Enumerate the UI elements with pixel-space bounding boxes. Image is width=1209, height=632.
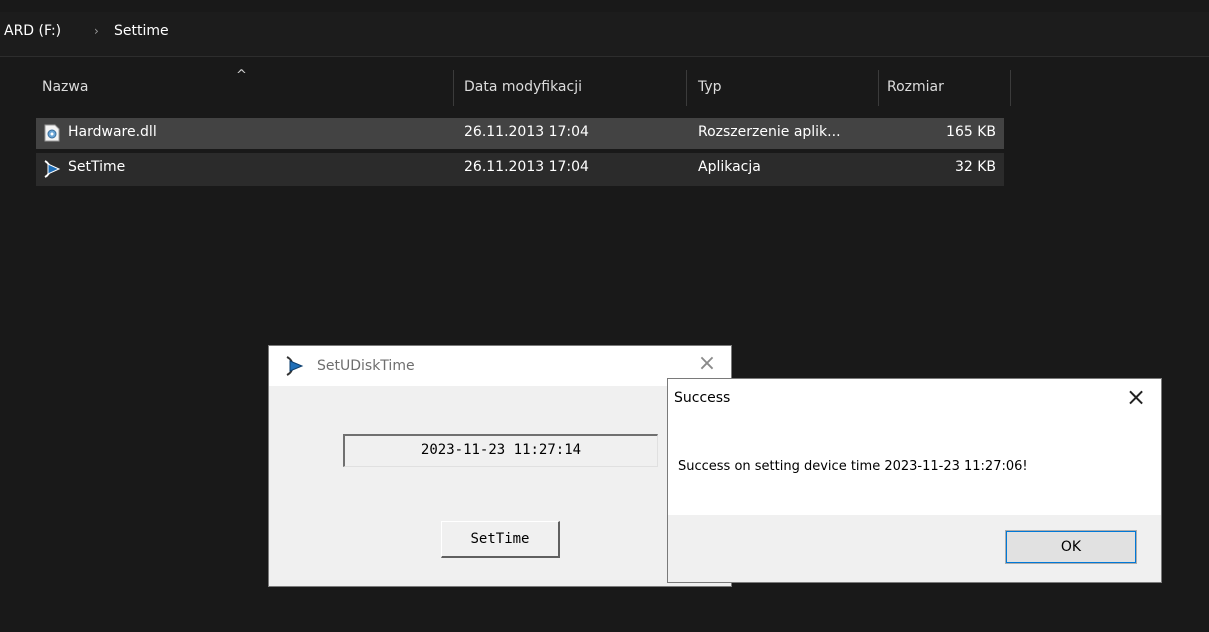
file-modified: 26.11.2013 17:04: [464, 159, 589, 175]
column-header-modified[interactable]: Data modyfikacji: [464, 79, 582, 95]
app-icon: [40, 158, 62, 180]
dialog-title: SetUDiskTime: [317, 358, 415, 374]
column-divider[interactable]: [878, 70, 879, 106]
dll-file-icon: [44, 124, 60, 142]
column-divider[interactable]: [1010, 70, 1011, 106]
ok-button[interactable]: OK: [1005, 530, 1137, 564]
file-size: 165 KB: [946, 124, 996, 140]
setudisktime-dialog: SetUDiskTime × 2023-11-23 11:27:14 SetTi…: [268, 345, 732, 587]
file-row[interactable]: SetTime 26.11.2013 17:04 Aplikacja 32 KB: [36, 153, 1004, 186]
file-type: Rozszerzenie aplik...: [698, 124, 841, 140]
column-header-size[interactable]: Rozmiar: [887, 79, 944, 95]
app-icon: [281, 354, 305, 378]
dialog-title: Success: [674, 390, 731, 406]
column-divider[interactable]: [686, 70, 687, 106]
file-row[interactable]: Hardware.dll 26.11.2013 17:04 Rozszerzen…: [36, 118, 1004, 149]
column-header-name[interactable]: Nazwa: [42, 79, 88, 95]
breadcrumb-drive[interactable]: ARD (F:): [4, 23, 61, 39]
file-name: SetTime: [68, 159, 126, 175]
file-name: Hardware.dll: [68, 124, 157, 140]
address-bar[interactable]: ARD (F:) › Settime: [0, 12, 1209, 57]
dialog-message: Success on setting device time 2023-11-2…: [678, 459, 1028, 474]
close-icon[interactable]: ×: [697, 353, 717, 375]
file-type: Aplikacja: [698, 159, 761, 175]
column-divider[interactable]: [453, 70, 454, 106]
sort-ascending-icon: ^: [236, 68, 247, 83]
success-dialog: Success × Success on setting device time…: [667, 378, 1162, 583]
column-header-row: Nazwa ^ Data modyfikacji Typ Rozmiar: [0, 68, 1209, 108]
column-header-type[interactable]: Typ: [698, 79, 722, 95]
dialog-titlebar[interactable]: SetUDiskTime ×: [269, 346, 731, 386]
close-icon[interactable]: ×: [1124, 385, 1148, 409]
file-size: 32 KB: [954, 159, 996, 175]
breadcrumb-folder[interactable]: Settime: [114, 23, 169, 39]
file-modified: 26.11.2013 17:04: [464, 124, 589, 140]
breadcrumb-separator-icon: ›: [94, 24, 99, 38]
settime-button[interactable]: SetTime: [441, 521, 560, 558]
time-field[interactable]: 2023-11-23 11:27:14: [343, 434, 658, 467]
